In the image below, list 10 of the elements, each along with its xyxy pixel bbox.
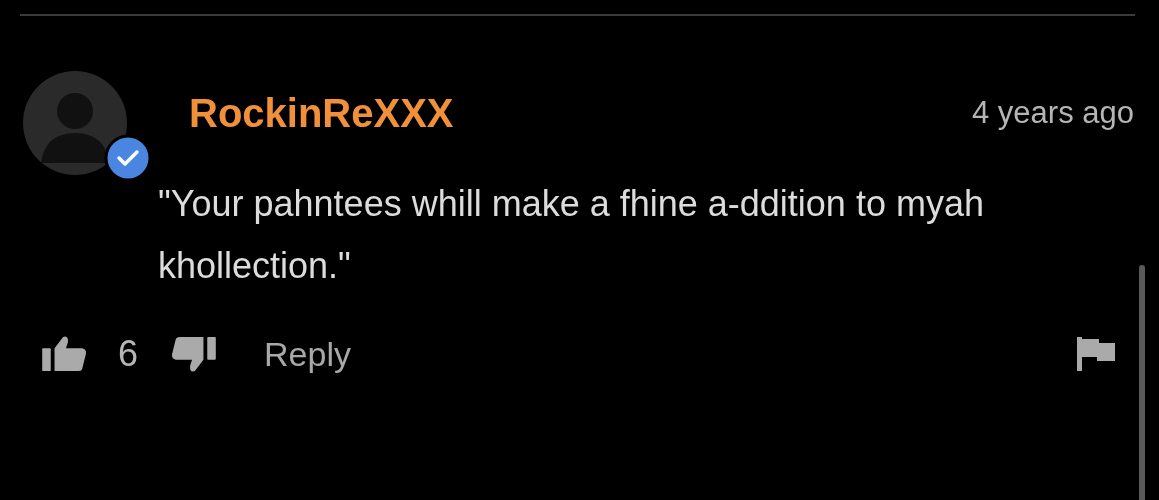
thumbs-down-icon[interactable] [170,335,217,373]
timestamp: 4 years ago [972,95,1134,131]
avatar-icon [23,71,127,175]
flag-icon[interactable] [1077,337,1115,371]
username[interactable]: RockinReXXX [189,90,454,136]
thumbs-up-icon[interactable] [42,335,88,373]
like-count: 6 [118,333,139,375]
reply-button[interactable]: Reply [264,334,351,374]
scrollbar[interactable] [1139,265,1145,500]
comment-text: "Your pahntees whill make a fhine a-ddition to myah khollection." [158,182,985,288]
